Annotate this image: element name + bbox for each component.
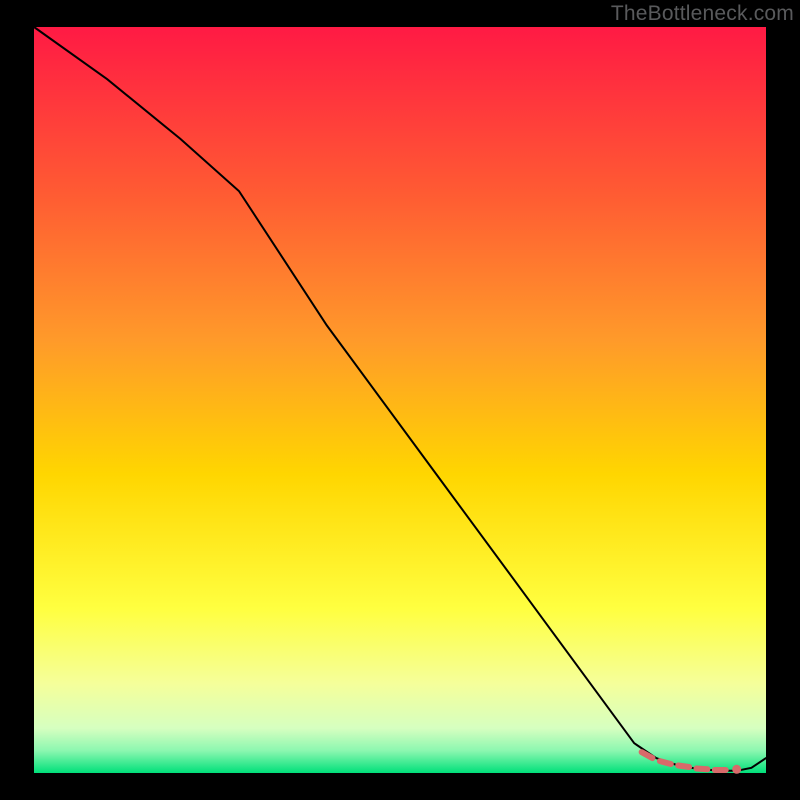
chart-svg <box>0 0 800 800</box>
dash-4 <box>697 769 708 770</box>
chart-stage: TheBottleneck.com <box>0 0 800 800</box>
plot-background <box>34 27 766 773</box>
dash-3 <box>678 766 689 768</box>
dash-2 <box>660 761 671 764</box>
dot-end <box>732 765 741 774</box>
watermark-text: TheBottleneck.com <box>611 2 794 26</box>
